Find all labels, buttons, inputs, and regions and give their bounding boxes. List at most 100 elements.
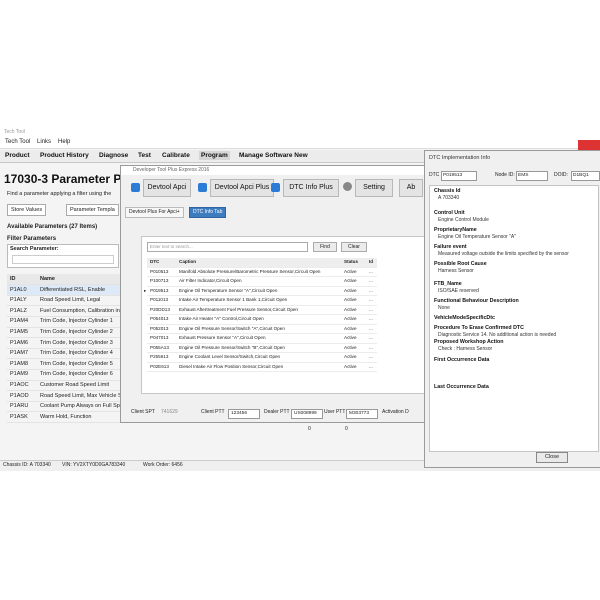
parameter-name: Fuel Consumption, Calibration in (40, 307, 120, 314)
window-titlebar: Tech Tool (0, 128, 600, 137)
parameter-template-button[interactable]: Parameter Templa (66, 204, 119, 216)
dtc-caption-cell: Manifold Absolute Pressure/Barometric Pr… (179, 268, 321, 274)
nav-diagnose[interactable]: Diagnose (99, 152, 128, 159)
nav-product-history[interactable]: Product History (40, 152, 89, 159)
devtool-apci-icon (131, 183, 140, 192)
client-spt-value: 741629 (161, 409, 178, 415)
menu-help[interactable]: Help (58, 139, 70, 145)
dtc-row[interactable]: P010513 Manifold Absolute Pressure/Barome… (147, 268, 377, 277)
column-status[interactable]: Status (344, 258, 358, 267)
subtab-devtool-plus[interactable]: Devtool Plus For Apci+ (125, 207, 184, 218)
dtc-caption-cell: Diesel Intake Air Flow Position Sensor,C… (179, 363, 284, 369)
dtc-status-cell: Active (344, 268, 357, 274)
tab-setting[interactable]: Setting (355, 179, 393, 197)
dtc-row[interactable]: P052013 Engine Oil Pressure Sensor/Switch… (147, 325, 377, 334)
dtc-dtc-cell: P255613 (150, 354, 169, 359)
parameter-row[interactable]: P1ALY Road Speed Limit, Legal (7, 295, 125, 307)
parameter-row[interactable]: P1AOC Customer Road Speed Limit (7, 380, 125, 392)
menu-links[interactable]: Links (37, 139, 51, 145)
parameter-name: Trim Code, Injector Cylinder 2 (40, 329, 113, 335)
dtc-id-cell: ... (369, 297, 373, 302)
tab-devtool-apci-plus[interactable]: Devtool Apci Plus (210, 179, 274, 197)
find-instructions: Find a parameter applying a filter using… (7, 191, 112, 197)
column-id[interactable]: ID (10, 274, 16, 284)
client-ptt-label: Client PTT (201, 409, 225, 415)
parameter-row[interactable]: P1ALZ Fuel Consumption, Calibration in (7, 306, 125, 317)
dtc-value-field[interactable]: P019513 (441, 171, 477, 181)
subtab-dtc-info[interactable]: DTC Info Tab (189, 207, 227, 218)
nav-manage-software[interactable]: Manage Software New (239, 152, 308, 159)
info-field-label: Chassis Id (434, 188, 461, 194)
dtc-caption-cell: Engine Oil Pressure Sensor/Switch "B",Ci… (179, 344, 285, 350)
dtc-dtc-cell: P019513 (150, 287, 169, 293)
dtc-implementation-title: DTC Implementation Info (429, 155, 491, 161)
parameter-row[interactable]: P1AM4 Trim Code, Injector Cylinder 1 (7, 316, 125, 328)
dtc-header-row: DTC P019513 Node ID: EMS DOID: D1BQ1 (425, 169, 600, 181)
parameter-id: P1ARU (10, 403, 29, 410)
nav-test[interactable]: Test (138, 152, 151, 159)
dealer-ptt-input[interactable]: US008999 (291, 409, 323, 419)
parameter-id: P1ASK (10, 413, 28, 420)
column-dtc[interactable]: DTC (150, 258, 159, 267)
tab-devtool-apci[interactable]: Devtool Apci (143, 179, 191, 197)
dtc-id-cell: ... (369, 306, 373, 312)
dtc-caption-cell: Intake Air Temperature Sensor 1 Bank 1,C… (179, 297, 288, 302)
dtc-row[interactable]: P100713 Air Filter Indicator,Circuit Open… (147, 277, 377, 287)
dtc-row[interactable]: P011013 Intake Air Temperature Sensor 1 B… (147, 296, 377, 306)
client-info-row: Client SPT 741629 Client PTT 123456 Deal… (121, 407, 424, 419)
menu-tech-tool[interactable]: Tech Tool (5, 139, 30, 145)
parameter-id: P1AOD (10, 392, 29, 399)
dtc-detail-body: Chassis Id A 703340 Control Unit Engine Con… (429, 185, 599, 452)
dtc-row[interactable]: P255613 Engine Coolant Level Sensor/Switc… (147, 353, 377, 363)
developer-tool-window: Developer Tool Plus Express 2016 Devtool… (120, 165, 425, 423)
parameter-name: Trim Code, Injector Cylinder 4 (40, 350, 113, 357)
doid-field[interactable]: D1BQ1 (571, 171, 600, 181)
dtc-row[interactable]: P055A13 Engine Oil Pressure Sensor/Switch… (147, 344, 377, 353)
parameter-name: Trim Code, Injector Cylinder 5 (40, 360, 113, 367)
parameter-id: P1AL0 (10, 286, 27, 293)
dtc-dtc-cell: P047013 (150, 335, 169, 340)
dtc-implementation-window: DTC Implementation Info DTC P019513 Node… (424, 150, 600, 468)
column-id[interactable]: Id (369, 258, 373, 267)
info-field-value: None (438, 305, 450, 311)
dtc-row[interactable]: P054013 Intake Air Heater "A" Control,Cir… (147, 315, 377, 325)
parameter-row[interactable]: P1AM9 Trim Code, Injector Cylinder 6 (7, 369, 125, 381)
dtc-search-input[interactable]: Enter text to search... (147, 242, 308, 252)
parameter-row[interactable]: P1AM7 Trim Code, Injector Cylinder 4 (7, 348, 125, 360)
search-parameter-input[interactable] (12, 255, 114, 264)
dtc-id-cell: ... (369, 268, 373, 274)
tab-dtc-info-plus[interactable]: DTC Info Plus (283, 179, 339, 197)
parameter-id: P1AM6 (10, 339, 29, 346)
close-button[interactable]: Close (536, 452, 568, 463)
parameter-row[interactable]: P1AL0 Differentiated RSL, Enable (7, 284, 125, 296)
dtc-id-cell: ... (369, 363, 373, 369)
parameter-row[interactable]: P1AOD Road Speed Limit, Max Vehicle S (7, 391, 125, 402)
clear-button[interactable]: Clear (341, 242, 367, 252)
user-ptt-input[interactable]: M303773 (346, 409, 378, 419)
client-ptt-input[interactable]: 123456 (228, 409, 260, 419)
dtc-row[interactable]: P20DD13 Exhaust Aftertreatment Fuel Press… (147, 306, 377, 315)
dtc-id-cell: ... (369, 287, 373, 293)
node-id-field[interactable]: EMS (516, 171, 548, 181)
value-cell: 0 (308, 426, 311, 432)
parameter-row[interactable]: P1ARU Coolant Pump Always on Full Sp (7, 401, 125, 413)
dtc-dtc-cell: P055A13 (150, 344, 169, 350)
parameter-row[interactable]: P1AM6 Trim Code, Injector Cylinder 3 (7, 338, 125, 349)
nav-calibrate[interactable]: Calibrate (162, 152, 190, 159)
developer-tool-toolbar: Devtool Apci Devtool Apci Plus DTC Info … (121, 178, 424, 198)
parameter-row[interactable]: P1AM5 Trim Code, Injector Cylinder 2 (7, 327, 125, 339)
info-field-value: Check : Harness Sensor (438, 346, 493, 352)
column-name[interactable]: Name (40, 274, 55, 284)
dtc-row[interactable]: P02E613 Diesel Intake Air Flow Position S… (147, 363, 377, 372)
find-button[interactable]: Find (313, 242, 337, 252)
parameter-row[interactable]: P1AM8 Trim Code, Injector Cylinder 5 (7, 359, 125, 370)
parameter-row[interactable]: P1ASK Warm Hold, Function (7, 412, 125, 423)
dtc-row[interactable]: P047013 Exhaust Pressure Sensor "A",Circu… (147, 334, 377, 344)
nav-program[interactable]: Program (199, 151, 230, 160)
column-caption[interactable]: Caption (179, 258, 196, 267)
dtc-status-cell: Active (344, 316, 357, 321)
nav-product[interactable]: Product (5, 152, 30, 159)
tab-about[interactable]: Ab (399, 179, 423, 197)
dtc-row[interactable]: ▸ P019513 Engine Oil Temperature Sensor "A… (144, 287, 377, 296)
store-values-button[interactable]: Store Values (7, 204, 47, 216)
